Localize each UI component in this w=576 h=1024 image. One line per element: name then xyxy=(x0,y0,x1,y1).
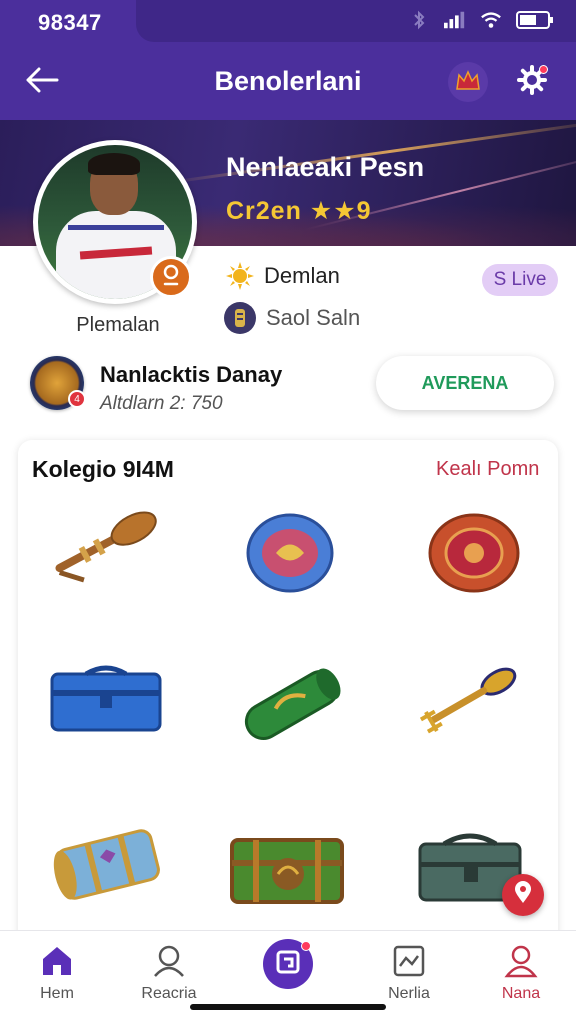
nav-item-nerlia[interactable]: Nerlia xyxy=(354,941,464,1003)
team-logo[interactable]: 4 xyxy=(30,356,86,410)
drum-barrel-item[interactable] xyxy=(46,820,166,940)
status-time: 98347 xyxy=(38,10,102,35)
map-pin-icon xyxy=(513,880,533,910)
medal-icon xyxy=(224,302,256,334)
golden-staff-item[interactable] xyxy=(408,660,528,780)
battery-icon xyxy=(516,9,554,31)
crown-button[interactable] xyxy=(448,62,488,102)
nav-item-reacria[interactable]: Reacria xyxy=(114,941,224,1003)
map-pin-button[interactable] xyxy=(502,874,544,916)
avatar-shirt-stripe xyxy=(68,225,164,230)
green-scroll-item[interactable] xyxy=(232,660,352,780)
settings-button[interactable] xyxy=(512,62,552,102)
location-pin-icon xyxy=(161,264,181,291)
home-icon xyxy=(2,941,112,981)
green-treasure-chest-item[interactable] xyxy=(226,820,346,940)
team-subtitle: Altdlarn 2: 750 xyxy=(100,393,223,414)
nav-center-action[interactable] xyxy=(263,939,313,989)
blue-shield-item[interactable] xyxy=(240,508,360,628)
nav-item-label: Nana xyxy=(501,985,541,1002)
notification-dot xyxy=(301,941,311,951)
stat-primary: Demlan xyxy=(226,262,340,290)
notification-dot xyxy=(539,65,548,74)
nav-item-label: Reacria xyxy=(141,985,197,1002)
banner-player-name: Nenlaeaki Pesn xyxy=(226,152,425,182)
bluetooth-icon xyxy=(408,9,430,31)
avatar-hair xyxy=(88,153,140,175)
blue-chest-item[interactable] xyxy=(46,660,166,780)
nav-item-label: Hem xyxy=(40,985,74,1002)
sun-icon xyxy=(226,262,254,290)
banner-rating: Cr2en ★★9 xyxy=(226,197,372,225)
team-name: Nanlacktis Danay xyxy=(100,362,283,387)
team-badge-count: 4 xyxy=(68,390,86,408)
profile-icon xyxy=(466,941,576,981)
stat-secondary: Saol Saln xyxy=(224,302,360,334)
crown-icon xyxy=(455,69,481,96)
live-badge[interactable]: S Live xyxy=(482,264,558,296)
app-header: Benolerlani xyxy=(0,44,576,120)
avatar-label: Plemalan xyxy=(76,314,160,336)
message-icon xyxy=(354,941,464,981)
nav-item-label: Nerlia xyxy=(388,985,430,1002)
follow-button[interactable]: AVERENA xyxy=(376,356,554,410)
collection-title: Kolegio 9I4M xyxy=(32,456,174,482)
wooden-club-item[interactable] xyxy=(40,500,160,620)
user-icon xyxy=(114,941,224,981)
phone-screen: 98347 Benolerlani Nenlaeaki Pesn Cr2en ★… xyxy=(0,0,576,1024)
home-indicator[interactable] xyxy=(190,1004,386,1010)
signal-icon xyxy=(444,9,466,31)
status-bar: 98347 xyxy=(0,0,576,44)
wifi-icon xyxy=(480,9,502,31)
center-action-icon xyxy=(275,949,301,980)
nav-item-nana[interactable]: Nana xyxy=(466,941,576,1003)
avatar-edit-button[interactable] xyxy=(150,256,192,298)
stat-primary-label: Demlan xyxy=(264,263,340,288)
page-title: Benolerlani xyxy=(214,66,362,96)
status-icons xyxy=(408,9,554,31)
red-shield-item[interactable] xyxy=(424,508,544,628)
nav-item-home[interactable]: Hem xyxy=(2,941,112,1003)
stat-secondary-label: Saol Saln xyxy=(266,305,361,330)
collection-link[interactable]: Kealı Pomn xyxy=(436,458,539,481)
